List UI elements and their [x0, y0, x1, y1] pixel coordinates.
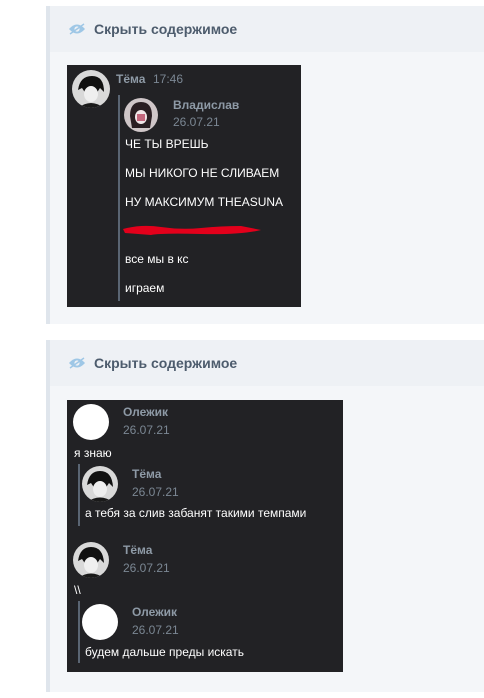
- message-line: МЫ НИКОГО НЕ СЛИВАЕМ: [125, 166, 280, 180]
- quote-bar: [118, 95, 120, 301]
- spoiler-block-1: Скрыть содержимое Тёма 17:46 Владислав 2…: [46, 6, 484, 324]
- message-text: \\: [74, 583, 81, 597]
- avatar: [72, 70, 110, 108]
- eye-icon: [69, 23, 85, 35]
- avatar: [124, 98, 158, 132]
- quote-bar: [78, 464, 80, 526]
- message-line: все мы в кс: [125, 252, 189, 266]
- message-time: 17:46: [153, 72, 184, 86]
- message-date: 26.07.21: [123, 423, 170, 437]
- message-line: ЧЕ ТЫ ВРЕШЬ: [125, 137, 209, 151]
- quote-text: а тебя за слив забанят такими темпами: [85, 506, 307, 520]
- spoiler-toggle-1[interactable]: Скрыть содержимое: [50, 6, 484, 52]
- quote-author-name: Тёма: [132, 467, 162, 481]
- spoiler-block-2: Скрыть содержимое Олежик 26.07.21 я знаю…: [46, 340, 484, 692]
- avatar: [73, 542, 109, 578]
- spoiler-toggle-2[interactable]: Скрыть содержимое: [50, 340, 484, 386]
- screenshot-image: Олежик 26.07.21 я знаю Тёма 26.07.21 а т…: [67, 400, 343, 672]
- avatar: [73, 404, 109, 440]
- author-name: Тёма: [123, 543, 153, 557]
- redaction-mark: [123, 225, 261, 235]
- quote-text: будем дальше преды искать: [85, 645, 244, 659]
- avatar: [82, 604, 118, 640]
- author-name: Тёма: [116, 72, 146, 86]
- spoiler-title: Скрыть содержимое: [94, 21, 238, 37]
- quote-bar: [78, 601, 80, 663]
- eye-icon: [69, 357, 85, 369]
- author-name: Олежик: [123, 405, 169, 419]
- quote-author-name: Владислав: [173, 98, 240, 112]
- spoiler-title: Скрыть содержимое: [94, 355, 238, 371]
- message-date: 26.07.21: [123, 561, 170, 575]
- quote-date: 26.07.21: [132, 623, 179, 637]
- message-line: играем: [125, 281, 165, 295]
- quote-author-name: Олежик: [132, 605, 178, 619]
- message-text: я знаю: [74, 446, 112, 460]
- message-line: НУ МАКСИМУМ THEASUNA: [125, 195, 284, 209]
- quote-date: 26.07.21: [132, 485, 179, 499]
- avatar: [82, 466, 118, 502]
- quote-date: 26.07.21: [173, 115, 220, 129]
- screenshot-image: Тёма 17:46 Владислав 26.07.21 ЧЕ ТЫ ВРЕШ…: [67, 65, 301, 307]
